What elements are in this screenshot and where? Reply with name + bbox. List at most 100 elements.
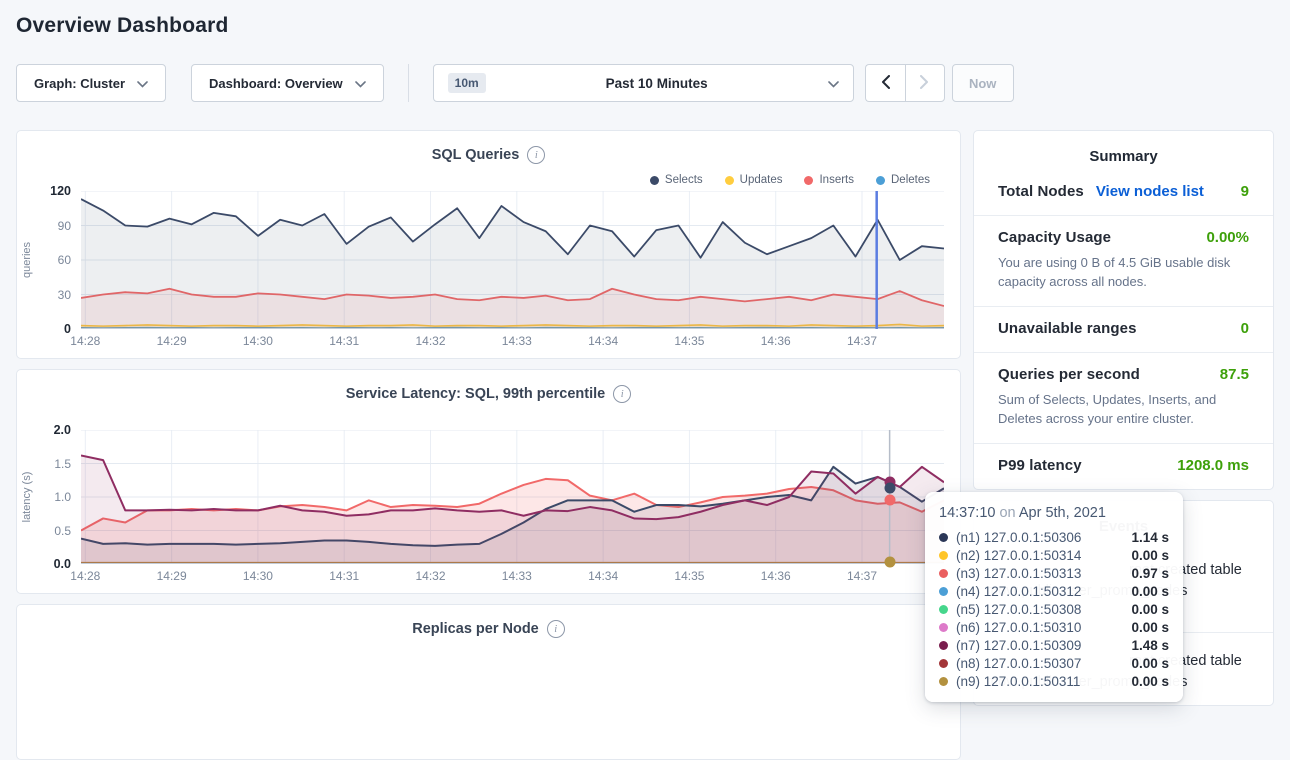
- time-prev-button[interactable]: [865, 64, 905, 102]
- dashboard-dropdown[interactable]: Dashboard: Overview: [191, 64, 384, 102]
- x-tick-label: 14:37: [847, 334, 877, 348]
- summary-description: Sum of Selects, Updates, Inserts, and De…: [998, 390, 1231, 428]
- summary-heading: Summary: [974, 131, 1273, 170]
- view-nodes-list-link[interactable]: View nodes list: [1096, 183, 1204, 200]
- y-axis: latency (s) 0.00.51.01.52.0: [17, 430, 81, 564]
- tooltip-node-row: (n4) 127.0.0.1:503120.00 s: [939, 582, 1169, 600]
- legend-dot: [725, 176, 734, 185]
- tooltip-node-row: (n6) 127.0.0.1:503100.00 s: [939, 618, 1169, 636]
- node-latency-value: 0.00 s: [1131, 674, 1169, 689]
- x-tick-label: 14:28: [70, 569, 100, 583]
- node-address: (n8) 127.0.0.1:50307: [956, 656, 1081, 671]
- node-latency-value: 0.00 s: [1131, 548, 1169, 563]
- chart-title: SQL Queries: [432, 147, 520, 163]
- node-color-dot: [939, 569, 948, 578]
- node-color-dot: [939, 677, 948, 686]
- sql-queries-chart[interactable]: queries 0306090120 14:28 14:29 14:30 14:31 1…: [17, 191, 960, 352]
- node-color-dot: [939, 605, 948, 614]
- summary-value: 0.00%: [1206, 229, 1249, 246]
- chart-header: SQL Queries i: [17, 131, 960, 165]
- time-range-label: Past 10 Minutes: [498, 76, 816, 91]
- graph-dropdown[interactable]: Graph: Cluster: [16, 64, 166, 102]
- page-title: Overview Dashboard: [16, 14, 1290, 38]
- info-icon[interactable]: i: [547, 620, 565, 638]
- chart-plot-area[interactable]: [81, 430, 944, 564]
- summary-row-queries-per-second: Queries per second 87.5 Sum of Selects, …: [974, 353, 1273, 444]
- x-tick-label: 14:34: [588, 334, 618, 348]
- summary-value: 9: [1241, 183, 1249, 200]
- node-latency-value: 0.00 s: [1131, 656, 1169, 671]
- x-tick-label: 14:29: [157, 334, 187, 348]
- y-tick-label: 120: [50, 184, 71, 198]
- summary-row-capacity-usage: Capacity Usage 0.00% You are using 0 B o…: [974, 216, 1273, 307]
- tooltip-date: Apr 5th, 2021: [1019, 505, 1106, 521]
- legend-item-updates[interactable]: Updates: [725, 173, 783, 187]
- service-latency-chart[interactable]: latency (s) 0.00.51.01.52.0 14:2814:2914…: [17, 430, 960, 587]
- node-color-dot: [939, 623, 948, 632]
- node-color-dot: [939, 587, 948, 596]
- tooltip-node-row: (n1) 127.0.0.1:50306 1.14 s: [939, 528, 1169, 546]
- x-tick-label: 14:32: [415, 569, 445, 583]
- info-icon[interactable]: i: [613, 385, 631, 403]
- chevron-down-icon: [355, 76, 366, 91]
- y-axis-unit: latency (s): [21, 472, 33, 523]
- y-tick-label: 0.5: [54, 524, 71, 538]
- time-next-button[interactable]: [905, 64, 945, 102]
- x-tick-label: 14:28: [70, 334, 100, 348]
- x-tick-label: 14:31: [329, 334, 359, 348]
- x-tick-label: 14:33: [502, 569, 532, 583]
- x-axis: 14:2814:2914:3014:3114:3214:3314:3414:35…: [81, 332, 944, 352]
- time-range-dropdown[interactable]: 10m Past 10 Minutes: [433, 64, 854, 102]
- legend-dot: [876, 176, 885, 185]
- x-axis: 14:2814:2914:3014:3114:3214:3314:3414:35…: [81, 567, 944, 587]
- summary-description: You are using 0 B of 4.5 GiB usable disk…: [998, 253, 1231, 291]
- summary-label: Queries per second: [998, 366, 1140, 383]
- x-tick-label: 14:36: [761, 334, 791, 348]
- x-tick-label: 14:30: [243, 334, 273, 348]
- service-latency-card: Service Latency: SQL, 99th percentile i …: [16, 369, 961, 594]
- summary-value: 0: [1241, 320, 1249, 337]
- info-icon[interactable]: i: [527, 146, 545, 164]
- chevron-down-icon: [828, 76, 839, 91]
- node-latency-value: 0.97 s: [1131, 566, 1169, 581]
- y-tick-label: 1.0: [54, 490, 71, 504]
- node-color-dot: [939, 641, 948, 650]
- node-latency-value: 1.14 s: [1131, 530, 1169, 545]
- legend-item-inserts[interactable]: Inserts: [804, 173, 854, 187]
- x-tick-label: 14:36: [761, 569, 791, 583]
- toolbar: Graph: Cluster Dashboard: Overview 10m P…: [16, 64, 1274, 102]
- legend-dot: [650, 176, 659, 185]
- crosshair-dot: [884, 483, 895, 494]
- y-tick-label: 1.5: [54, 457, 71, 471]
- chart-tooltip: 14:37:10 on Apr 5th, 2021 (n1) 127.0.0.1…: [925, 492, 1183, 702]
- node-latency-value: 0.00 s: [1131, 602, 1169, 617]
- node-address: (n1) 127.0.0.1:50306: [956, 530, 1081, 545]
- node-address: (n5) 127.0.0.1:50308: [956, 602, 1081, 617]
- summary-value: 87.5: [1220, 366, 1249, 383]
- node-address: (n3) 127.0.0.1:50313: [956, 566, 1081, 581]
- x-tick-label: 14:32: [415, 334, 445, 348]
- legend-label: Selects: [665, 174, 703, 186]
- chevron-left-icon: [881, 75, 890, 92]
- chevron-down-icon: [137, 76, 148, 91]
- summary-panel: Summary Total Nodes View nodes list 9 Ca…: [973, 130, 1274, 490]
- legend-item-deletes[interactable]: Deletes: [876, 173, 930, 187]
- chart-plot-area[interactable]: [17, 639, 960, 759]
- legend-item-selects[interactable]: Selects: [650, 173, 703, 187]
- chart-legend: Selects Updates Inserts Deletes: [17, 165, 960, 191]
- y-tick-label: 30: [58, 288, 71, 302]
- y-tick-label: 2.0: [54, 423, 71, 437]
- dashboard-dropdown-label: Dashboard: Overview: [209, 76, 343, 91]
- node-latency-value: 0.00 s: [1131, 584, 1169, 599]
- x-tick-label: 14:31: [329, 569, 359, 583]
- now-button[interactable]: Now: [952, 64, 1014, 102]
- sql-queries-card: SQL Queries i Selects Updates Inserts Delet…: [16, 130, 961, 359]
- y-tick-label: 0.0: [54, 557, 71, 571]
- summary-row-p99-latency: P99 latency 1208.0 ms: [974, 444, 1273, 489]
- y-axis: queries 0306090120: [17, 191, 81, 329]
- chevron-right-icon: [920, 75, 929, 92]
- chart-plot-area[interactable]: [81, 191, 944, 329]
- tooltip-on: on: [999, 505, 1015, 521]
- node-address: (n7) 127.0.0.1:50309: [956, 638, 1081, 653]
- charts-column: SQL Queries i Selects Updates Inserts Delet…: [16, 130, 961, 760]
